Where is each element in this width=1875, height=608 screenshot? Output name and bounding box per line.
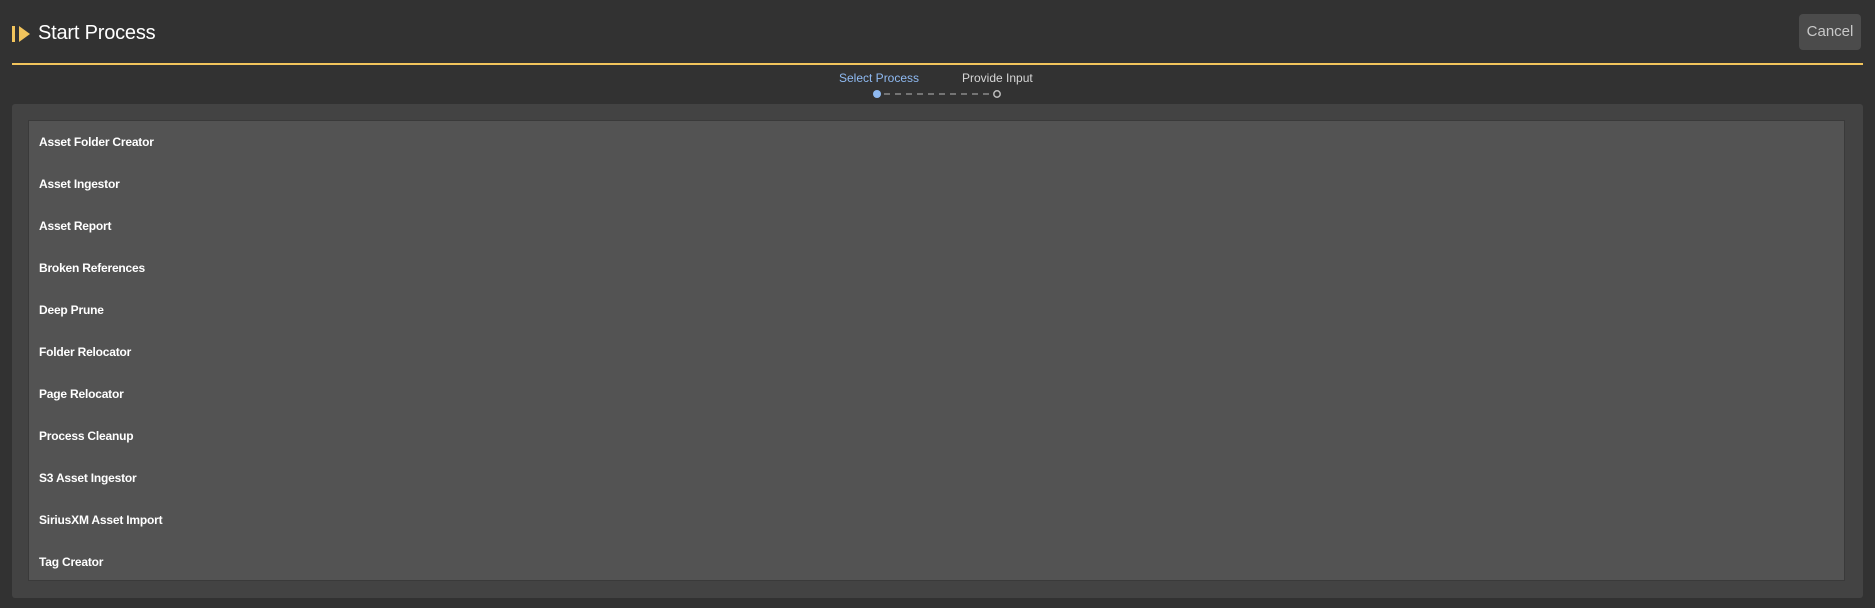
list-item-s3-asset-ingestor[interactable]: S3 Asset Ingestor bbox=[29, 457, 1844, 499]
cancel-button[interactable]: Cancel bbox=[1799, 14, 1861, 50]
step-provide-input[interactable]: Provide Input bbox=[962, 70, 1033, 86]
step-dot-pending bbox=[993, 90, 1001, 98]
list-item-deep-prune[interactable]: Deep Prune bbox=[29, 289, 1844, 331]
play-step-icon bbox=[12, 25, 32, 43]
header-bar: Start Process Cancel bbox=[0, 0, 1875, 65]
process-list: Asset Folder Creator Asset Ingestor Asse… bbox=[28, 120, 1845, 581]
list-item-siriusxm-asset-import[interactable]: SiriusXM Asset Import bbox=[29, 499, 1844, 541]
list-item-page-relocator[interactable]: Page Relocator bbox=[29, 373, 1844, 415]
list-item-asset-report[interactable]: Asset Report bbox=[29, 205, 1844, 247]
list-item-asset-folder-creator[interactable]: Asset Folder Creator bbox=[29, 121, 1844, 163]
step-select-process[interactable]: Select Process bbox=[839, 70, 919, 86]
process-panel: Asset Folder Creator Asset Ingestor Asse… bbox=[12, 104, 1863, 598]
wizard-steps: Select Process Provide Input bbox=[0, 66, 1875, 104]
list-item-process-cleanup[interactable]: Process Cleanup bbox=[29, 415, 1844, 457]
wizard-progress-track bbox=[873, 90, 1001, 98]
list-item-tag-creator[interactable]: Tag Creator bbox=[29, 541, 1844, 583]
list-item-folder-relocator[interactable]: Folder Relocator bbox=[29, 331, 1844, 373]
page-title: Start Process bbox=[38, 22, 156, 44]
header-divider bbox=[12, 63, 1863, 65]
list-item-asset-ingestor[interactable]: Asset Ingestor bbox=[29, 163, 1844, 205]
step-dot-active bbox=[873, 90, 881, 98]
list-item-broken-references[interactable]: Broken References bbox=[29, 247, 1844, 289]
